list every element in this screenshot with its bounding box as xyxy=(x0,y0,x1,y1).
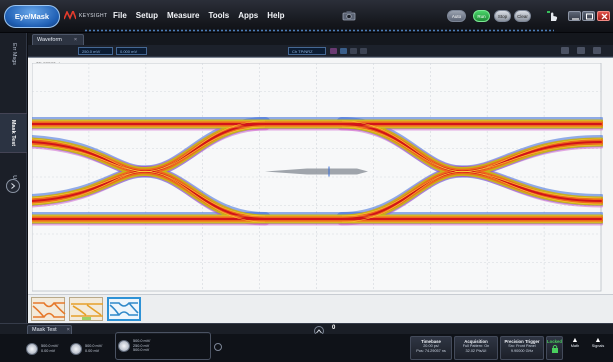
run-button[interactable]: Run xyxy=(473,10,490,22)
camera-icon[interactable] xyxy=(342,10,356,21)
eye-thumbnail-2[interactable] xyxy=(69,297,103,321)
mask-test-count: 0 xyxy=(332,325,336,331)
histogram-icon[interactable] xyxy=(330,48,337,54)
thumbnail-bar xyxy=(28,294,613,323)
channel-knob-icon[interactable] xyxy=(70,343,82,355)
menu-setup[interactable]: Setup xyxy=(136,11,158,20)
close-pane-icon[interactable] xyxy=(593,47,601,54)
tab-waveform-label: Waveform xyxy=(37,37,62,43)
tab-waveform-close[interactable]: × xyxy=(74,37,77,43)
maximize-window-button[interactable] xyxy=(582,11,595,21)
trigger-rate: 9.90000 GHz xyxy=(510,348,534,353)
acquisition-points: 32.02 Pts/UI xyxy=(465,348,487,353)
channel-source-field[interactable]: Ch TP/NRZ xyxy=(288,47,326,55)
menu-help[interactable]: Help xyxy=(267,11,284,20)
bottom-status-bar: 500.0 mV/ 0.00 mV 500.0 mV/ 0.00 mV 500.… xyxy=(0,332,613,362)
chevron-up-icon xyxy=(316,328,322,333)
eye-thumbnail-3-selected[interactable] xyxy=(107,297,141,321)
waveform-window-controls xyxy=(561,47,601,54)
menu-file[interactable]: File xyxy=(113,11,127,20)
layout-icon[interactable] xyxy=(360,48,367,54)
signals-label: Signals xyxy=(591,344,605,348)
math-button[interactable]: ▲ Math xyxy=(565,337,585,359)
clear-button[interactable]: Clear xyxy=(514,10,531,22)
timebase-ruler xyxy=(84,29,554,32)
lock-icon xyxy=(551,344,558,353)
title-bar: Eye/Mask KEYSIGHT File Setup Measure Too… xyxy=(0,0,613,33)
color-grade-icon[interactable] xyxy=(340,48,347,54)
minimize-icon xyxy=(572,18,579,20)
channel-3-readout: 500.0 mV/ 250.0 mV 500.0 mV xyxy=(133,339,150,353)
eye-thumbnail-icon xyxy=(109,302,139,316)
vertical-offset-field[interactable]: 0.000 mV xyxy=(116,47,147,55)
channel-2-offset: 0.00 mV xyxy=(85,349,100,353)
timebase-status[interactable]: Timebase 20.00 ps/ Pos: 74.29057 ns xyxy=(410,336,452,360)
tab-mask-test-bottom-label: Mask Test xyxy=(32,327,57,333)
eye-thumbnail-1[interactable] xyxy=(31,297,66,321)
eye-thumbnail-icon xyxy=(71,303,103,320)
eye-mask-mode-button[interactable]: Eye/Mask xyxy=(4,5,60,28)
tab-mask-test-label: Mask Test xyxy=(10,119,17,147)
left-side-panel: Err Msgs Mask Test User xyxy=(0,33,27,323)
keysight-logo-icon xyxy=(64,11,76,20)
tab-error-messages-label: Err Msgs xyxy=(10,43,17,65)
bottom-tab-row: Mask Test × 0 xyxy=(0,323,613,336)
undock-icon[interactable] xyxy=(561,47,569,54)
chevron-right-icon xyxy=(11,183,16,189)
signals-button[interactable]: ▲ Signals xyxy=(588,337,608,359)
channel-1-offset: 0.00 mV xyxy=(41,349,56,353)
menu-apps[interactable]: Apps xyxy=(238,11,258,20)
close-window-button[interactable] xyxy=(597,11,610,21)
eye-diagram-svg xyxy=(32,63,603,292)
touch-icon[interactable] xyxy=(546,10,560,22)
chevron-up-icon: ▲ xyxy=(594,337,602,344)
channel-2-readout: 500.0 mV/ 0.00 mV xyxy=(85,344,102,353)
channel-3-control[interactable]: 500.0 mV/ 250.0 mV 500.0 mV xyxy=(118,335,150,357)
tab-waveform[interactable]: Waveform × xyxy=(32,34,84,45)
channel-1-readout: 500.0 mV/ 0.00 mV xyxy=(41,344,58,353)
menu-tools[interactable]: Tools xyxy=(208,11,229,20)
vertical-scale-field[interactable]: 250.0 mV/ xyxy=(78,47,113,55)
math-label: Math xyxy=(570,344,580,348)
channel-3-extra: 500.0 mV xyxy=(133,348,150,353)
maximize-pane-icon[interactable] xyxy=(577,47,585,54)
channel-2-control[interactable]: 500.0 mV/ 0.00 mV xyxy=(70,338,102,360)
brand-name: KEYSIGHT xyxy=(79,12,108,19)
chevron-up-icon: ▲ xyxy=(571,337,579,344)
tab-mask-test-bottom-close[interactable]: × xyxy=(67,327,70,333)
channel-knob-icon[interactable] xyxy=(26,343,38,355)
minimize-window-button[interactable] xyxy=(568,11,581,21)
menu-measure[interactable]: Measure xyxy=(167,11,199,20)
timebase-position: Pos: 74.29057 ns xyxy=(416,348,446,353)
waveform-tab-row: Waveform × xyxy=(28,33,613,45)
eye-diagram[interactable] xyxy=(32,63,603,293)
maximize-icon xyxy=(586,13,593,20)
auto-scale-button[interactable]: Auto xyxy=(447,10,466,22)
settings-icon[interactable] xyxy=(350,48,357,54)
tab-mask-test[interactable]: Mask Test xyxy=(0,113,27,153)
keysight-brand: KEYSIGHT xyxy=(64,11,107,20)
expand-panel-button[interactable] xyxy=(6,179,20,193)
main-menu: File Setup Measure Tools Apps Help xyxy=(113,11,285,20)
close-icon xyxy=(601,13,608,20)
eye-thumbnail-icon xyxy=(32,302,66,318)
channel-1-control[interactable]: 500.0 mV/ 0.00 mV xyxy=(26,338,58,360)
lock-status[interactable]: Locked xyxy=(546,336,563,360)
tab-error-messages[interactable]: Err Msgs xyxy=(0,37,27,71)
acquisition-status[interactable]: Acquisition Full Pattern: On 32.02 Pts/U… xyxy=(454,336,498,360)
trigger-status[interactable]: Precision Trigger Src: Front Panel 9.900… xyxy=(500,336,544,360)
stop-button[interactable]: Stop xyxy=(494,10,511,22)
channel-knob-icon[interactable] xyxy=(118,340,130,352)
add-channel-button[interactable] xyxy=(214,343,222,351)
waveform-display[interactable]: TE 20037 ✓ ◄1 xyxy=(28,57,613,294)
waveform-info-row: 250.0 mV/ 0.000 mV Ch TP/NRZ xyxy=(28,45,613,57)
